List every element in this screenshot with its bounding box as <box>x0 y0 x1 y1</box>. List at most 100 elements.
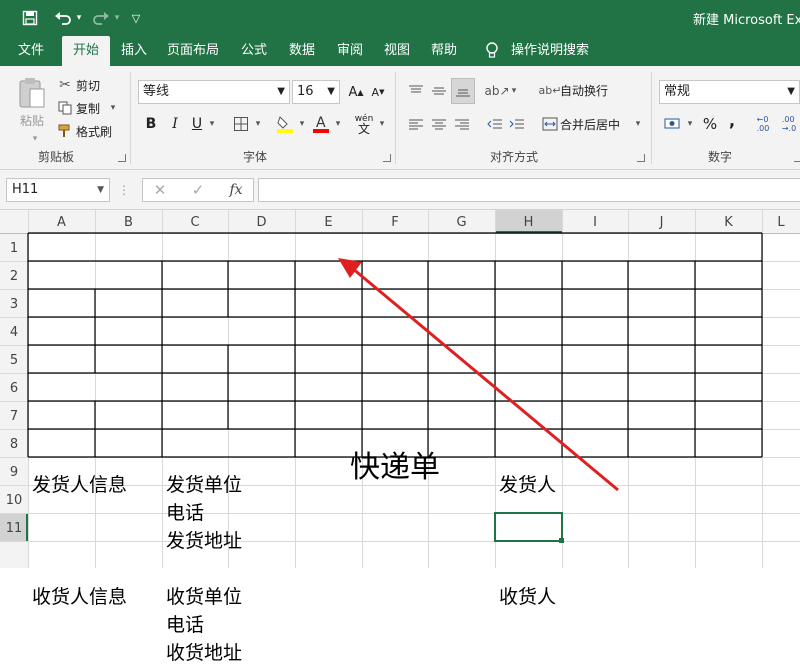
font-color-dropdown-icon[interactable]: ▾ <box>332 114 344 134</box>
align-left-icon[interactable] <box>405 116 427 134</box>
cut-button[interactable]: 剪切 <box>76 76 106 94</box>
format-painter-icon[interactable] <box>56 122 74 140</box>
orientation-dropdown-icon[interactable]: ▾ <box>508 82 520 100</box>
align-bottom-icon[interactable] <box>451 78 475 104</box>
cell-C6[interactable]: 收货单位 <box>166 584 242 611</box>
clipboard-launcher-icon[interactable] <box>118 154 126 162</box>
row-header-3[interactable]: 3 <box>10 297 18 312</box>
copy-icon[interactable] <box>56 99 74 117</box>
accounting-dropdown-icon[interactable]: ▾ <box>684 114 696 134</box>
align-center-icon[interactable] <box>428 116 450 134</box>
row-header-7[interactable]: 7 <box>10 409 18 424</box>
column-header-H[interactable]: H <box>524 215 534 230</box>
merge-center-icon[interactable] <box>540 114 560 134</box>
cell-H2[interactable]: 发货人 <box>499 472 556 499</box>
underline-dropdown-icon[interactable]: ▾ <box>206 114 218 134</box>
paste-icon[interactable] <box>14 74 50 112</box>
increase-decimal-icon[interactable]: ←0.00 <box>752 112 774 136</box>
orientation-icon[interactable]: ab↗ <box>484 82 509 100</box>
merge-center-dropdown-icon[interactable]: ▾ <box>632 114 644 134</box>
insert-function-button[interactable]: fx <box>224 180 248 200</box>
fill-color-dropdown-icon[interactable]: ▾ <box>296 114 308 134</box>
decrease-indent-icon[interactable] <box>484 116 506 134</box>
font-color-icon[interactable]: A <box>310 112 332 136</box>
enter-icon[interactable]: ✓ <box>188 180 208 200</box>
borders-icon[interactable] <box>230 114 252 134</box>
align-middle-icon[interactable] <box>428 82 450 100</box>
cell-H6[interactable]: 收货人 <box>499 584 556 611</box>
percent-style-button[interactable]: % <box>700 114 720 134</box>
column-header-K[interactable]: K <box>724 215 733 230</box>
alignment-launcher-icon[interactable] <box>637 154 645 162</box>
column-header-D[interactable]: D <box>256 215 266 230</box>
tab-data[interactable]: 数据 <box>282 36 322 66</box>
row-header-8[interactable]: 8 <box>10 437 18 452</box>
tab-page-layout[interactable]: 页面布局 <box>162 36 224 66</box>
redo-dropdown-icon[interactable]: ▾ <box>112 6 122 30</box>
align-top-icon[interactable] <box>405 82 427 100</box>
cut-icon[interactable]: ✂ <box>56 76 74 94</box>
increase-indent-icon[interactable] <box>506 116 528 134</box>
cell-C4[interactable]: 发货地址 <box>166 528 242 555</box>
format-painter-button[interactable]: 格式刷 <box>76 122 116 140</box>
number-format-select[interactable]: 常规 ▼ <box>659 80 800 104</box>
spreadsheet-grid[interactable]: A B C D E F G H I J K L 1 2 3 4 5 6 7 8 9 10 11 快递单 发货人信息 发货单位 发货… <box>0 210 800 664</box>
redo-icon[interactable] <box>88 6 114 30</box>
cell-C3[interactable]: 电话 <box>166 500 204 527</box>
cell-A1[interactable]: 快递单 <box>28 448 762 488</box>
lightbulb-icon[interactable] <box>480 36 504 66</box>
copy-dropdown-icon[interactable]: ▾ <box>108 99 118 117</box>
row-header-6[interactable]: 6 <box>10 381 18 396</box>
align-right-icon[interactable] <box>451 116 473 134</box>
italic-button[interactable]: I <box>166 114 184 134</box>
underline-button[interactable]: U <box>188 114 206 134</box>
row-header-4[interactable]: 4 <box>10 325 18 340</box>
accounting-format-icon[interactable] <box>662 114 684 134</box>
column-header-E[interactable]: E <box>324 215 332 230</box>
row-header-11[interactable]: 11 <box>6 521 23 536</box>
column-header-F[interactable]: F <box>391 215 398 230</box>
decrease-decimal-icon[interactable]: .00 →.0 <box>778 112 800 136</box>
fill-color-icon[interactable] <box>274 112 296 136</box>
formula-input[interactable] <box>258 178 800 202</box>
fill-handle[interactable] <box>559 538 564 543</box>
cell-C7[interactable]: 电话 <box>166 612 204 639</box>
row-header-1[interactable]: 1 <box>10 241 18 256</box>
cancel-icon[interactable]: ✕ <box>150 180 170 200</box>
undo-icon[interactable] <box>50 6 76 30</box>
comma-style-button[interactable]: , <box>724 110 740 130</box>
phonetic-dropdown-icon[interactable]: ▾ <box>376 114 388 134</box>
column-header-B[interactable]: B <box>124 215 133 230</box>
tab-review[interactable]: 审阅 <box>330 36 370 66</box>
save-icon[interactable] <box>18 6 42 30</box>
cell-C2[interactable]: 发货单位 <box>166 472 242 499</box>
row-header-5[interactable]: 5 <box>10 353 18 368</box>
row-header-2[interactable]: 2 <box>10 269 18 284</box>
tab-insert[interactable]: 插入 <box>114 36 154 66</box>
tab-formulas[interactable]: 公式 <box>234 36 274 66</box>
wrap-text-button[interactable]: 自动换行 <box>560 80 620 100</box>
paste-dropdown-icon[interactable]: ▾ <box>30 134 40 144</box>
tab-view[interactable]: 视图 <box>377 36 417 66</box>
cell-A2[interactable]: 发货人信息 <box>32 472 127 499</box>
column-header-C[interactable]: C <box>190 215 199 230</box>
column-header-A[interactable]: A <box>57 215 66 230</box>
copy-button[interactable]: 复制 <box>76 99 106 117</box>
font-launcher-icon[interactable] <box>383 154 391 162</box>
font-name-select[interactable]: 等线 ▼ <box>138 80 290 104</box>
undo-dropdown-icon[interactable]: ▾ <box>74 6 84 30</box>
column-header-G[interactable]: G <box>456 215 466 230</box>
tab-help[interactable]: 帮助 <box>424 36 464 66</box>
tab-home[interactable]: 开始 <box>62 36 110 66</box>
paste-button[interactable]: 粘贴 <box>14 112 50 128</box>
increase-font-size-icon[interactable]: A ▲ <box>346 82 366 102</box>
font-size-select[interactable]: 16 ▼ <box>292 80 340 104</box>
column-header-I[interactable]: I <box>593 215 597 230</box>
tell-me-search[interactable]: 操作说明搜索 <box>508 36 592 66</box>
tab-file[interactable]: 文件 <box>10 36 52 66</box>
borders-dropdown-icon[interactable]: ▾ <box>252 114 264 134</box>
decrease-font-size-icon[interactable]: A ▼ <box>368 82 388 102</box>
cell-A6[interactable]: 收货人信息 <box>32 584 127 611</box>
selected-cell[interactable] <box>494 512 563 542</box>
customize-toolbar-icon[interactable]: ▽ <box>128 6 144 30</box>
